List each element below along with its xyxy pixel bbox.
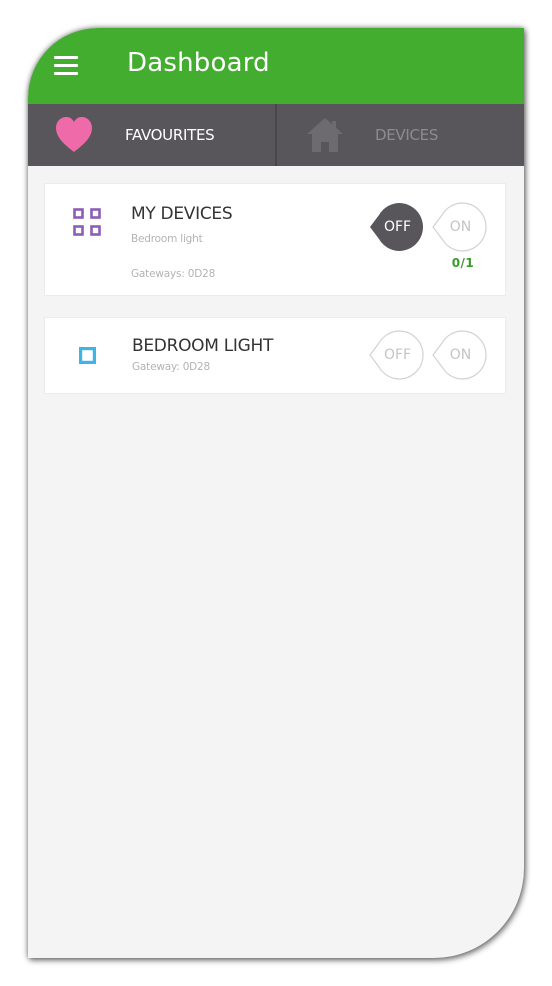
device-off-label: OFF <box>383 347 412 363</box>
device-card-bedroom-light[interactable]: BEDROOM LIGHT Gateway: 0D28 OFF ON <box>44 317 506 394</box>
device-gateway: Gateway: 0D28 <box>132 361 211 373</box>
page-title: Dashboard <box>127 48 270 78</box>
group-title: MY DEVICES <box>131 204 233 224</box>
group-card-my-devices[interactable]: MY DEVICES Bedroom light Gateways: 0D28 … <box>44 183 506 296</box>
light-square-icon <box>79 347 96 364</box>
device-on-button[interactable]: ON <box>430 330 488 380</box>
hamburger-menu-icon[interactable] <box>54 56 78 76</box>
group-on-button[interactable]: ON <box>430 202 488 252</box>
app-bar: Dashboard <box>28 28 524 104</box>
app-screen: Dashboard FAVOURITES DEVICES MY DEVICES … <box>28 28 524 958</box>
device-title: BEDROOM LIGHT <box>132 336 274 356</box>
tab-favourites[interactable]: FAVOURITES <box>28 104 275 166</box>
device-off-button[interactable]: OFF <box>367 330 425 380</box>
tab-devices-label: DEVICES <box>375 126 439 144</box>
grid-icon <box>73 208 101 236</box>
tab-devices[interactable]: DEVICES <box>277 104 524 166</box>
heart-icon <box>56 117 92 152</box>
group-subtitle: Bedroom light <box>131 233 203 245</box>
tab-favourites-label: FAVOURITES <box>125 126 215 144</box>
home-icon <box>307 118 343 152</box>
tab-bar: FAVOURITES DEVICES <box>28 104 524 166</box>
group-on-label: ON <box>449 219 472 235</box>
device-on-label: ON <box>449 347 472 363</box>
group-on-count: 0/1 <box>451 256 475 270</box>
group-off-button[interactable]: OFF <box>367 202 425 252</box>
group-gateways: Gateways: 0D28 <box>131 268 216 280</box>
group-off-label: OFF <box>383 219 412 235</box>
